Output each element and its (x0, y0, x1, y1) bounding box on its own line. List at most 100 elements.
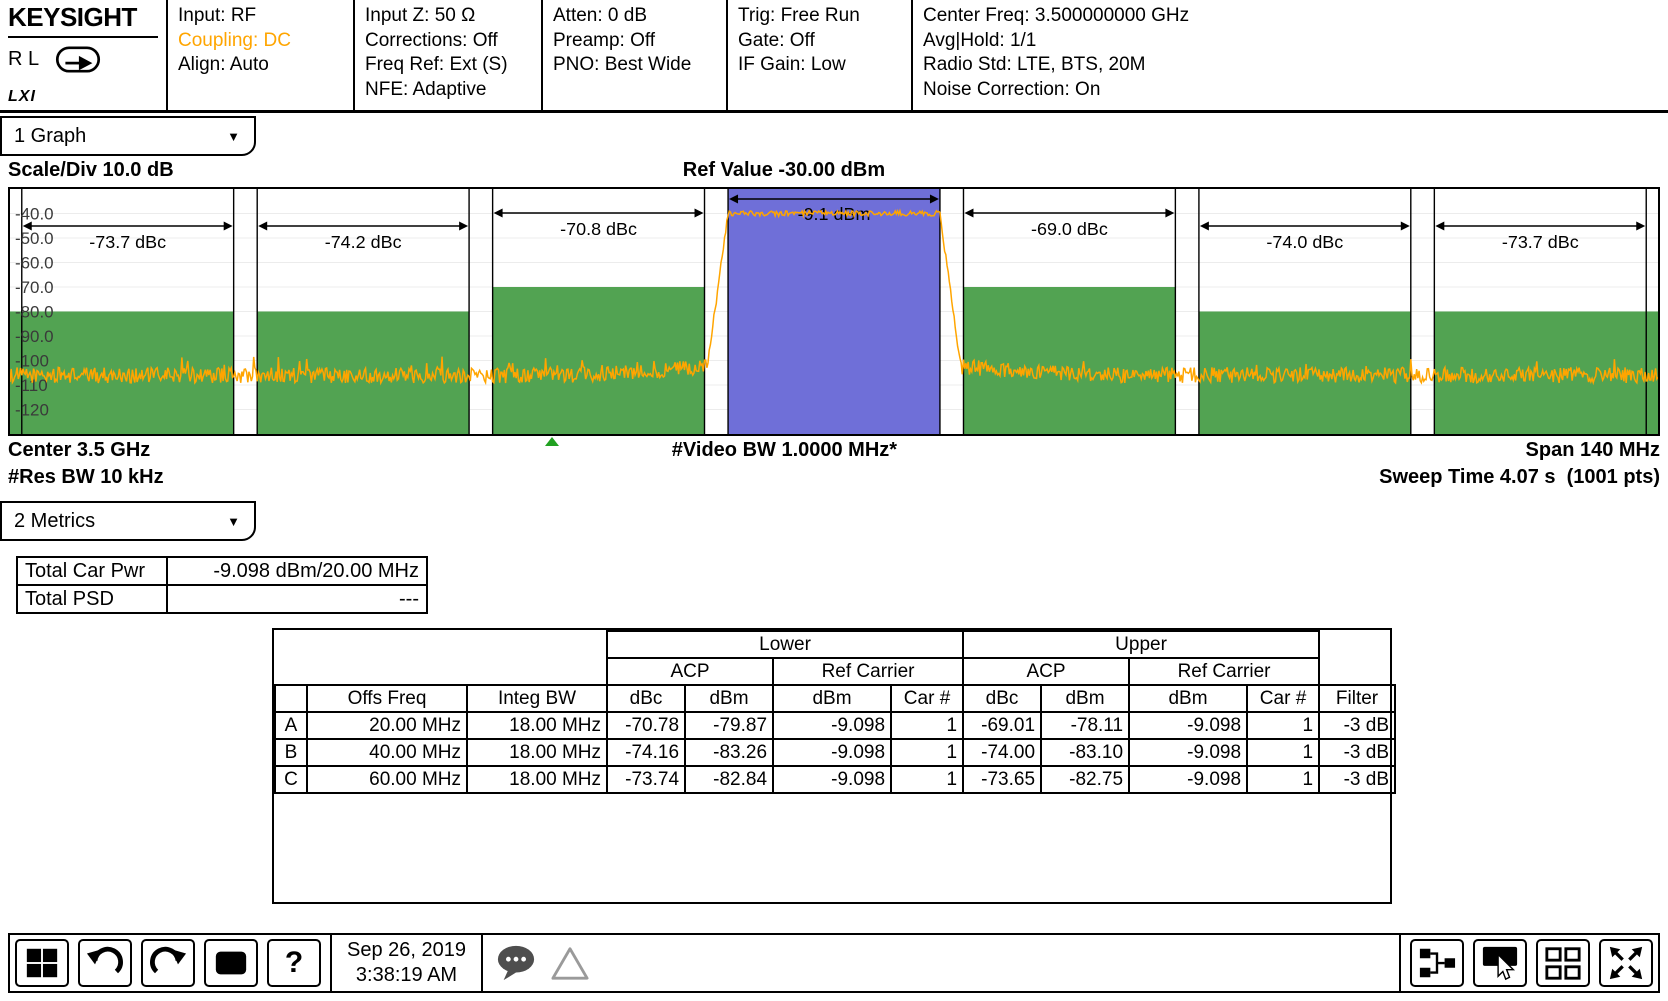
col-header-car: Car # (1247, 685, 1319, 712)
status-column-input: Input: RF Coupling: DC Align: Auto (168, 0, 355, 110)
system-menu-button[interactable] (15, 939, 69, 987)
span-annotation[interactable]: Span 140 MHz (1526, 439, 1660, 462)
video-bw-annotation[interactable]: #Video BW 1.0000 MHz* (672, 439, 897, 462)
touch-control-button[interactable] (1473, 939, 1527, 987)
alert-triangle-icon (549, 944, 591, 982)
status-header: KEYSIGHT R L LXI Input: RF Coupling: DC … (0, 0, 1668, 113)
status-trig[interactable]: Trig: Free Run (738, 4, 901, 29)
metrics-window-selector[interactable]: 2 Metrics ▼ (0, 501, 256, 541)
time-label: 3:38:19 AM (347, 963, 466, 988)
col-header-filter: Filter (1319, 685, 1395, 712)
screen-capture-button[interactable] (204, 939, 258, 987)
dropdown-arrow-icon: ▼ (227, 129, 240, 144)
help-button[interactable]: ? (267, 939, 321, 987)
status-gate[interactable]: Gate: Off (738, 29, 901, 54)
acp-cell: -78.11 (1041, 712, 1129, 739)
col-header-dbm: dBm (1129, 685, 1247, 712)
instrument-screen: KEYSIGHT R L LXI Input: RF Coupling: DC … (0, 0, 1668, 1001)
status-radio-std[interactable]: Radio Std: LTE, BTS, 20M (923, 53, 1658, 78)
status-if-gain[interactable]: IF Gain: Low (738, 53, 901, 78)
total-car-pwr-value: -9.098 dBm/20.00 MHz (167, 557, 427, 585)
center-freq-annotation[interactable]: Center 3.5 GHz (8, 439, 150, 462)
acp-cell: 18.00 MHz (467, 712, 607, 739)
acp-cell: -9.098 (773, 712, 891, 739)
continuous-sweep-icon (55, 46, 101, 73)
block-diagram-button[interactable] (1410, 939, 1464, 987)
res-bw-annotation[interactable]: #Res BW 10 kHz (8, 466, 164, 489)
acp-cell: -3 dB (1319, 712, 1395, 739)
acp-cell: 1 (1247, 766, 1319, 793)
total-psd-value: --- (167, 585, 427, 613)
total-car-pwr-label: Total Car Pwr (17, 557, 167, 585)
acp-cell: 60.00 MHz (307, 766, 467, 793)
redo-button[interactable] (141, 939, 195, 987)
lxi-logo: LXI (8, 88, 158, 106)
status-input[interactable]: Input: RF (178, 4, 343, 29)
touch-pointer-icon (1481, 944, 1519, 982)
message-bubble-icon[interactable] (495, 943, 537, 983)
system-toolbar: ? Sep 26, 2019 3:38:19 AM (8, 933, 1660, 993)
acp-row-label: C (275, 766, 307, 793)
status-freq-ref[interactable]: Freq Ref: Ext (S) (365, 53, 531, 78)
undo-button[interactable] (78, 939, 132, 987)
acp-cell: -82.75 (1041, 766, 1129, 793)
acp-group-upper: Upper (963, 631, 1319, 658)
svg-text:-50.0: -50.0 (15, 229, 54, 248)
fullscreen-button[interactable] (1599, 939, 1653, 987)
block-diagram-icon (1418, 944, 1456, 982)
table-row: Total Car Pwr -9.098 dBm/20.00 MHz (17, 557, 427, 585)
col-header-integ-bw: Integ BW (467, 685, 607, 712)
status-nfe[interactable]: NFE: Adaptive (365, 78, 531, 103)
status-noise-correction[interactable]: Noise Correction: On (923, 78, 1658, 103)
acp-cell: -83.26 (685, 739, 773, 766)
col-header-dbc: dBc (607, 685, 685, 712)
metrics-window-title: 2 Metrics (14, 510, 95, 533)
acp-cell: -82.84 (685, 766, 773, 793)
acp-cell: -74.00 (963, 739, 1041, 766)
window-layout-button[interactable] (1536, 939, 1590, 987)
svg-text:-100: -100 (15, 351, 49, 370)
spectrum-plot[interactable]: -9.1 dBm-70.8 dBc-69.0 dBc-74.2 dBc-74.0… (8, 187, 1660, 436)
acp-results-container: Lower Upper ACP Ref Carrier ACP Ref Carr… (272, 628, 1392, 904)
acp-group-lower: Lower (607, 631, 963, 658)
col-header-dbm: dBm (685, 685, 773, 712)
scale-div-setting[interactable]: Scale/Div 10.0 dB (8, 159, 174, 182)
sweep-time-annotation[interactable]: Sweep Time 4.07 s (1001 pts) (1379, 466, 1660, 489)
datetime-display: Sep 26, 2019 3:38:19 AM (341, 938, 472, 988)
total-psd-label: Total PSD (17, 585, 167, 613)
status-coupling[interactable]: Coupling: DC (178, 29, 343, 54)
graph-window-selector[interactable]: 1 Graph ▼ (0, 116, 256, 156)
acp-cell: -70.78 (607, 712, 685, 739)
status-center-freq[interactable]: Center Freq: 3.500000000 GHz (923, 4, 1658, 29)
redo-icon (149, 944, 187, 982)
acp-row-label: B (275, 739, 307, 766)
acp-cell: 40.00 MHz (307, 739, 467, 766)
acp-results-table: Lower Upper ACP Ref Carrier ACP Ref Carr… (274, 630, 1396, 794)
windows-logo-icon (24, 945, 60, 981)
svg-text:-70.8 dBc: -70.8 dBc (560, 219, 637, 239)
acp-cell: -9.098 (1129, 739, 1247, 766)
acp-group-header-row: Lower Upper (275, 631, 1395, 658)
col-header-car: Car # (891, 685, 963, 712)
date-label: Sep 26, 2019 (347, 938, 466, 963)
status-align[interactable]: Align: Auto (178, 53, 343, 78)
status-corrections[interactable]: Corrections: Off (365, 29, 531, 54)
acp-cell: 1 (1247, 712, 1319, 739)
acp-column-header-row: Offs Freq Integ BW dBc dBm dBm Car # dBc… (275, 685, 1395, 712)
svg-text:-40.0: -40.0 (15, 204, 54, 223)
status-atten[interactable]: Atten: 0 dB (553, 4, 716, 29)
svg-text:-69.0 dBc: -69.0 dBc (1031, 219, 1108, 239)
svg-text:-60.0: -60.0 (15, 253, 54, 272)
acp-cell: 1 (1247, 739, 1319, 766)
status-input-z[interactable]: Input Z: 50 Ω (365, 4, 531, 29)
undo-icon (86, 944, 124, 982)
ref-value-setting[interactable]: Ref Value -30.00 dBm (683, 159, 885, 182)
acp-cell: -9.098 (1129, 766, 1247, 793)
status-preamp[interactable]: Preamp: Off (553, 29, 716, 54)
status-pno[interactable]: PNO: Best Wide (553, 53, 716, 78)
status-avg-hold[interactable]: Avg|Hold: 1/1 (923, 29, 1658, 54)
status-column-trigger: Trig: Free Run Gate: Off IF Gain: Low (728, 0, 913, 110)
acp-cell: -73.74 (607, 766, 685, 793)
acp-subheader: ACP (963, 658, 1129, 685)
acp-cell: 1 (891, 712, 963, 739)
